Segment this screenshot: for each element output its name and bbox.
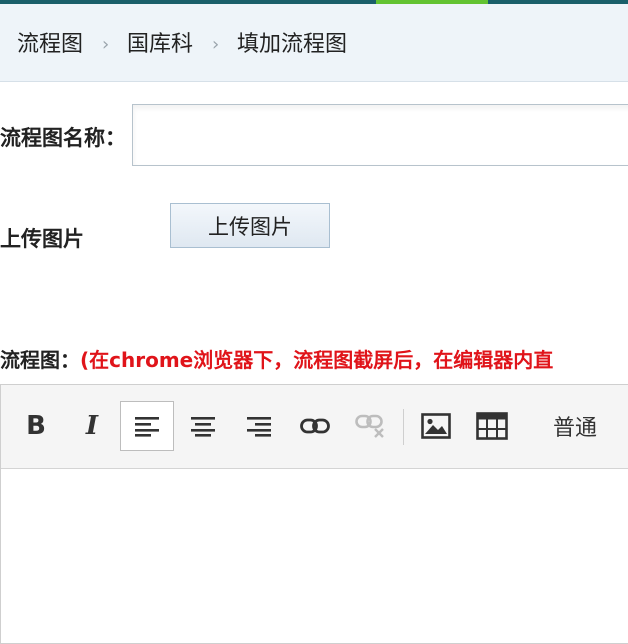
flowchart-name-label: 流程图名称： bbox=[0, 126, 126, 150]
breadcrumb: 流程图 › 国库科 › 填加流程图 bbox=[0, 4, 628, 82]
align-center-icon bbox=[191, 417, 215, 437]
chevron-right-icon: › bbox=[212, 34, 220, 55]
editor-toolbar: B I 普通 bbox=[1, 385, 628, 469]
flowchart-label: 流程图： bbox=[0, 348, 80, 372]
align-left-button[interactable] bbox=[120, 401, 174, 451]
italic-icon: I bbox=[85, 411, 99, 441]
breadcrumb-item-flowchart[interactable]: 流程图 bbox=[17, 32, 83, 58]
insert-image-button[interactable] bbox=[409, 401, 463, 451]
flowchart-hint: 流程图：(在chrome浏览器下，流程图截屏后，在编辑器内直 bbox=[0, 344, 553, 373]
editor-content-area[interactable] bbox=[1, 469, 628, 643]
link-icon bbox=[300, 418, 330, 434]
flowchart-name-input[interactable] bbox=[132, 104, 628, 166]
bold-icon: B bbox=[26, 411, 46, 441]
unlink-button[interactable] bbox=[344, 401, 398, 451]
italic-button[interactable]: I bbox=[65, 401, 119, 451]
breadcrumb-item-treasury[interactable]: 国库科 bbox=[127, 32, 193, 58]
breadcrumb-item-current: 填加流程图 bbox=[237, 32, 348, 57]
table-icon bbox=[476, 412, 508, 440]
paragraph-format-dropdown[interactable]: 普通 bbox=[553, 410, 597, 442]
toolbar-divider bbox=[403, 409, 404, 445]
unlink-icon bbox=[355, 414, 384, 438]
align-left-icon bbox=[135, 417, 159, 437]
bold-button[interactable]: B bbox=[9, 401, 63, 451]
align-center-button[interactable] bbox=[176, 401, 230, 451]
image-icon bbox=[421, 413, 451, 439]
insert-table-button[interactable] bbox=[465, 401, 519, 451]
rich-text-editor: B I 普通 bbox=[0, 384, 628, 644]
align-right-icon bbox=[247, 417, 271, 437]
flowchart-hint-text: (在chrome浏览器下，流程图截屏后，在编辑器内直 bbox=[80, 348, 554, 372]
align-right-button[interactable] bbox=[232, 401, 286, 451]
chevron-right-icon: › bbox=[102, 34, 110, 55]
upload-image-button[interactable]: 上传图片 bbox=[170, 203, 330, 248]
link-button[interactable] bbox=[288, 401, 342, 451]
upload-image-label: 上传图片 bbox=[0, 227, 84, 251]
